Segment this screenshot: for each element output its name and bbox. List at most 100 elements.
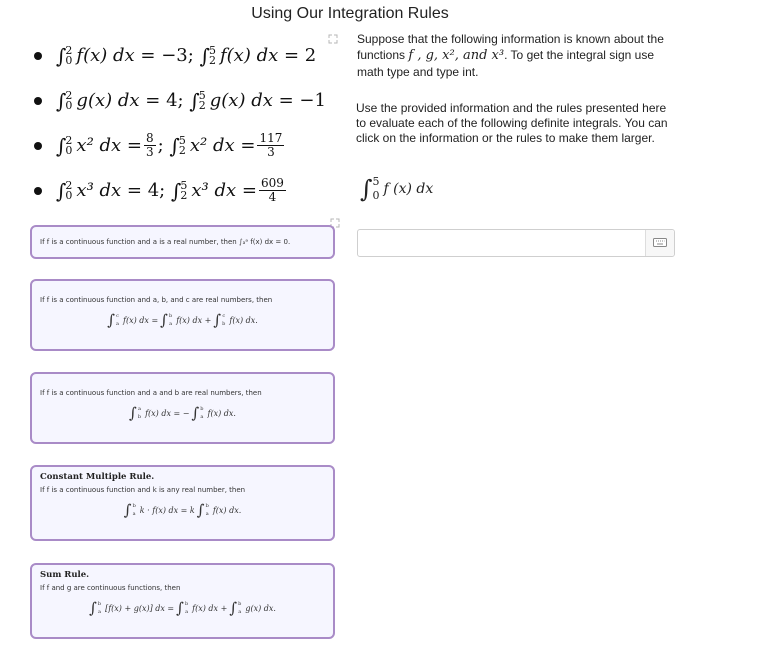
eq-term: f(x) dx.	[212, 505, 242, 515]
upper-limit: c	[222, 313, 226, 319]
integral-sign: ∫	[56, 178, 67, 203]
lower-limit: a	[205, 511, 209, 517]
bullet	[34, 186, 42, 195]
integrand: x³ dx	[191, 180, 237, 201]
lower-limit: 2	[198, 98, 206, 112]
integral-limits: ba	[98, 600, 101, 616]
eq-term: f(x) dx +	[192, 603, 228, 613]
integral-limits: 52	[208, 45, 216, 67]
denominator: 4	[268, 190, 277, 204]
given-info-item[interactable]: ∫ 20 x² dx = 8 3; ∫ 52 x² dx = 117 3	[30, 123, 340, 168]
lower-limit: 2	[208, 53, 216, 67]
fraction: 609 4	[258, 176, 286, 204]
numerator: 8	[144, 131, 156, 146]
answer-input[interactable]	[358, 230, 645, 256]
integral-limits: 20	[65, 45, 73, 67]
rule-text: If f is a continuous function and k is a…	[40, 486, 246, 494]
eq-term: f(x) dx =	[123, 315, 159, 325]
integrand: x³ dx	[76, 180, 122, 201]
bullet	[34, 51, 42, 60]
integral-limits: ba	[133, 502, 136, 518]
given-info-item[interactable]: ∫ 20 g(x) dx = 4; ∫ 52 g(x) dx = −1	[30, 78, 340, 123]
integral-limits: cb	[222, 312, 225, 328]
eq-term: f(x) dx +	[176, 315, 212, 325]
integral-sign: ∫	[213, 311, 222, 329]
eq-term: f(x) dx.	[229, 315, 258, 325]
integral-limits: 52	[179, 135, 186, 156]
rule-equation: ∫ b a k · f(x) dx = k ∫ b a f(x) dx.	[40, 501, 325, 519]
rule-text: If f is a continuous function and a and …	[40, 389, 262, 397]
integral-sign: ∫	[123, 501, 132, 519]
integral-limits: ba	[185, 600, 188, 616]
keyboard-button[interactable]	[645, 230, 674, 256]
value: = −1	[278, 90, 326, 111]
integral-sign: ∫	[170, 178, 182, 203]
rule-card-reversal[interactable]: If f is a continuous function and a and …	[30, 372, 335, 444]
upper-limit: b	[205, 503, 209, 509]
lower-limit: a	[200, 414, 204, 420]
lower-limit: 0	[372, 189, 380, 202]
lower-limit: 2	[180, 188, 188, 202]
integral-sign: ∫	[191, 404, 200, 422]
rule-card-sum[interactable]: Sum Rule. If f and g are continuous func…	[30, 563, 335, 639]
integral-sign: ∫	[56, 43, 67, 68]
integrand: x² dx	[76, 135, 122, 156]
integrand: g(x) dx	[209, 90, 273, 111]
given-info-list[interactable]: ∫ 20 f(x) dx = −3; ∫ 52 f(x) dx = 2 ∫ 20…	[30, 33, 340, 213]
eq-term: g(x) dx.	[245, 603, 276, 613]
eq-term: k · f(x) dx = k	[139, 505, 195, 515]
integral-limits: 52	[198, 90, 206, 112]
eq-term: f(x) dx = −	[145, 408, 190, 418]
denominator: 3	[146, 145, 154, 159]
integral-limits: ba	[206, 502, 209, 518]
fraction: 83	[144, 132, 156, 159]
expand-icon[interactable]	[328, 34, 338, 44]
integral-sign: ∫	[199, 43, 210, 68]
integral-sign: ∫	[107, 311, 116, 329]
upper-limit: c	[116, 313, 119, 319]
integrand: f(x) dx	[219, 45, 279, 66]
integrand: f(x) dx	[76, 45, 135, 66]
integral-limits: ba	[200, 405, 203, 421]
lower-limit: b	[222, 321, 226, 327]
lower-limit: 0	[65, 143, 73, 157]
integral-sign: ∫	[89, 599, 97, 617]
lower-limit: 0	[65, 188, 73, 202]
integral-limits: 50	[373, 175, 380, 203]
value: = 2	[283, 45, 317, 66]
rule-equation: ∫ a b f(x) dx = − ∫ b a f(x) dx.	[40, 404, 325, 422]
answer-field[interactable]	[357, 229, 675, 257]
integral-sign: ∫	[56, 133, 67, 158]
integrand: f (x) dx	[383, 181, 434, 197]
integral-limits: 52	[180, 180, 188, 202]
rule-card-additivity[interactable]: If f is a continuous function and a, b, …	[30, 279, 335, 351]
page-title: Using Our Integration Rules	[251, 5, 449, 22]
given-info-item[interactable]: ∫ 20 f(x) dx = −3; ∫ 52 f(x) dx = 2	[30, 33, 340, 78]
rule-card-zero-width[interactable]: If f is a continuous function and a is a…	[30, 225, 335, 259]
lower-limit: a	[185, 609, 189, 615]
numerator: 609	[258, 176, 286, 191]
upper-limit: b	[238, 601, 242, 607]
rule-equation: ∫ b a [f(x) + g(x)] dx = ∫ b a f(x) dx + ∫ b a g(…	[40, 599, 325, 617]
upper-limit: b	[200, 406, 204, 412]
lower-limit: a	[116, 321, 120, 327]
integral-sign: ∫	[360, 175, 373, 203]
rule-text: If f is a continuous function and a, b, …	[40, 296, 273, 304]
upper-limit: b	[97, 601, 102, 607]
rule-card-constant-multiple[interactable]: Constant Multiple Rule. If f is a contin…	[30, 465, 335, 541]
bullet	[34, 141, 42, 150]
integral-limits: ba	[238, 600, 241, 616]
lower-limit: a	[169, 321, 173, 327]
integral-limits: ab	[138, 405, 141, 421]
value: = −3;	[140, 45, 194, 66]
integral-limits: ba	[169, 312, 172, 328]
lower-limit: 0	[65, 53, 73, 67]
integral-sign: ∫	[176, 599, 184, 617]
integrand: x² dx	[189, 135, 235, 156]
keyboard-icon	[653, 234, 667, 252]
integral-sign: ∫	[56, 88, 67, 113]
given-info-item[interactable]: ∫ 20 x³ dx = 4; ∫ 52 x³ dx = 609 4	[30, 168, 340, 213]
integral-sign: ∫	[189, 88, 200, 113]
denominator: 3	[267, 145, 275, 159]
upper-limit: b	[168, 313, 173, 319]
